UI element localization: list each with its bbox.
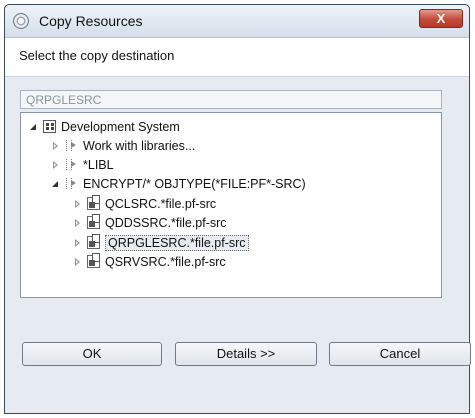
tree-item-label: *LIBL [83,157,114,172]
collapse-arrow-icon[interactable] [51,141,61,151]
filter-icon [65,158,78,171]
tree-item-label: QSRVSRC.*file.pf-src [105,254,226,269]
tree-item-label-selected: QRPGLESRC.*file.pf-src [105,234,249,251]
filter-icon [65,177,78,190]
dialog-header: Select the copy destination [5,38,469,77]
tree-item-qclsrc[interactable]: QCLSRC.*file.pf-src [73,195,216,212]
tree-item-label: QDDSSRC.*file.pf-src [105,215,227,230]
tree-item-qddssrc[interactable]: QDDSSRC.*file.pf-src [73,214,227,231]
collapse-arrow-icon[interactable] [73,257,83,267]
destination-tree[interactable]: Development System Work with libraries..… [20,112,442,298]
source-file-icon [87,234,100,249]
tree-item-encrypt-filter[interactable]: ENCRYPT/* OBJTYPE(*FILE:PF*-SRC) [51,175,306,192]
collapse-arrow-icon[interactable] [51,160,61,170]
source-file-icon [87,253,100,268]
app-icon [13,13,29,29]
tree-item-label: QCLSRC.*file.pf-src [105,196,217,211]
details-button[interactable]: Details >> [175,342,317,366]
collapse-arrow-icon[interactable] [73,199,83,209]
source-file-icon [87,195,100,210]
header-message: Select the copy destination [19,48,175,63]
tree-item-development-system[interactable]: Development System [29,118,180,135]
ok-button[interactable]: OK [22,342,162,366]
cancel-button[interactable]: Cancel [329,342,471,366]
destination-field[interactable]: QRPGLESRC [20,90,442,109]
close-button[interactable]: X [419,9,463,28]
tree-item-label: Development System [61,119,180,134]
source-file-icon [87,214,100,229]
system-icon [43,120,56,133]
tree-item-qrpglesrc[interactable]: QRPGLESRC.*file.pf-src [73,234,249,251]
tree-item-label: ENCRYPT/* OBJTYPE(*FILE:PF*-SRC) [83,176,306,191]
tree-item-work-with-libraries[interactable]: Work with libraries... [51,137,195,154]
collapse-arrow-icon[interactable] [73,218,83,228]
tree-item-label: Work with libraries... [83,138,196,153]
expand-arrow-icon[interactable] [51,179,61,189]
window-title: Copy Resources [39,13,143,29]
filter-icon [65,139,78,152]
collapse-arrow-icon[interactable] [73,238,83,248]
title-bar[interactable]: Copy Resources X [5,5,469,38]
tree-item-libl[interactable]: *LIBL [51,156,114,173]
tree-item-qsrvsrc[interactable]: QSRVSRC.*file.pf-src [73,253,226,270]
expand-arrow-icon[interactable] [29,122,39,132]
